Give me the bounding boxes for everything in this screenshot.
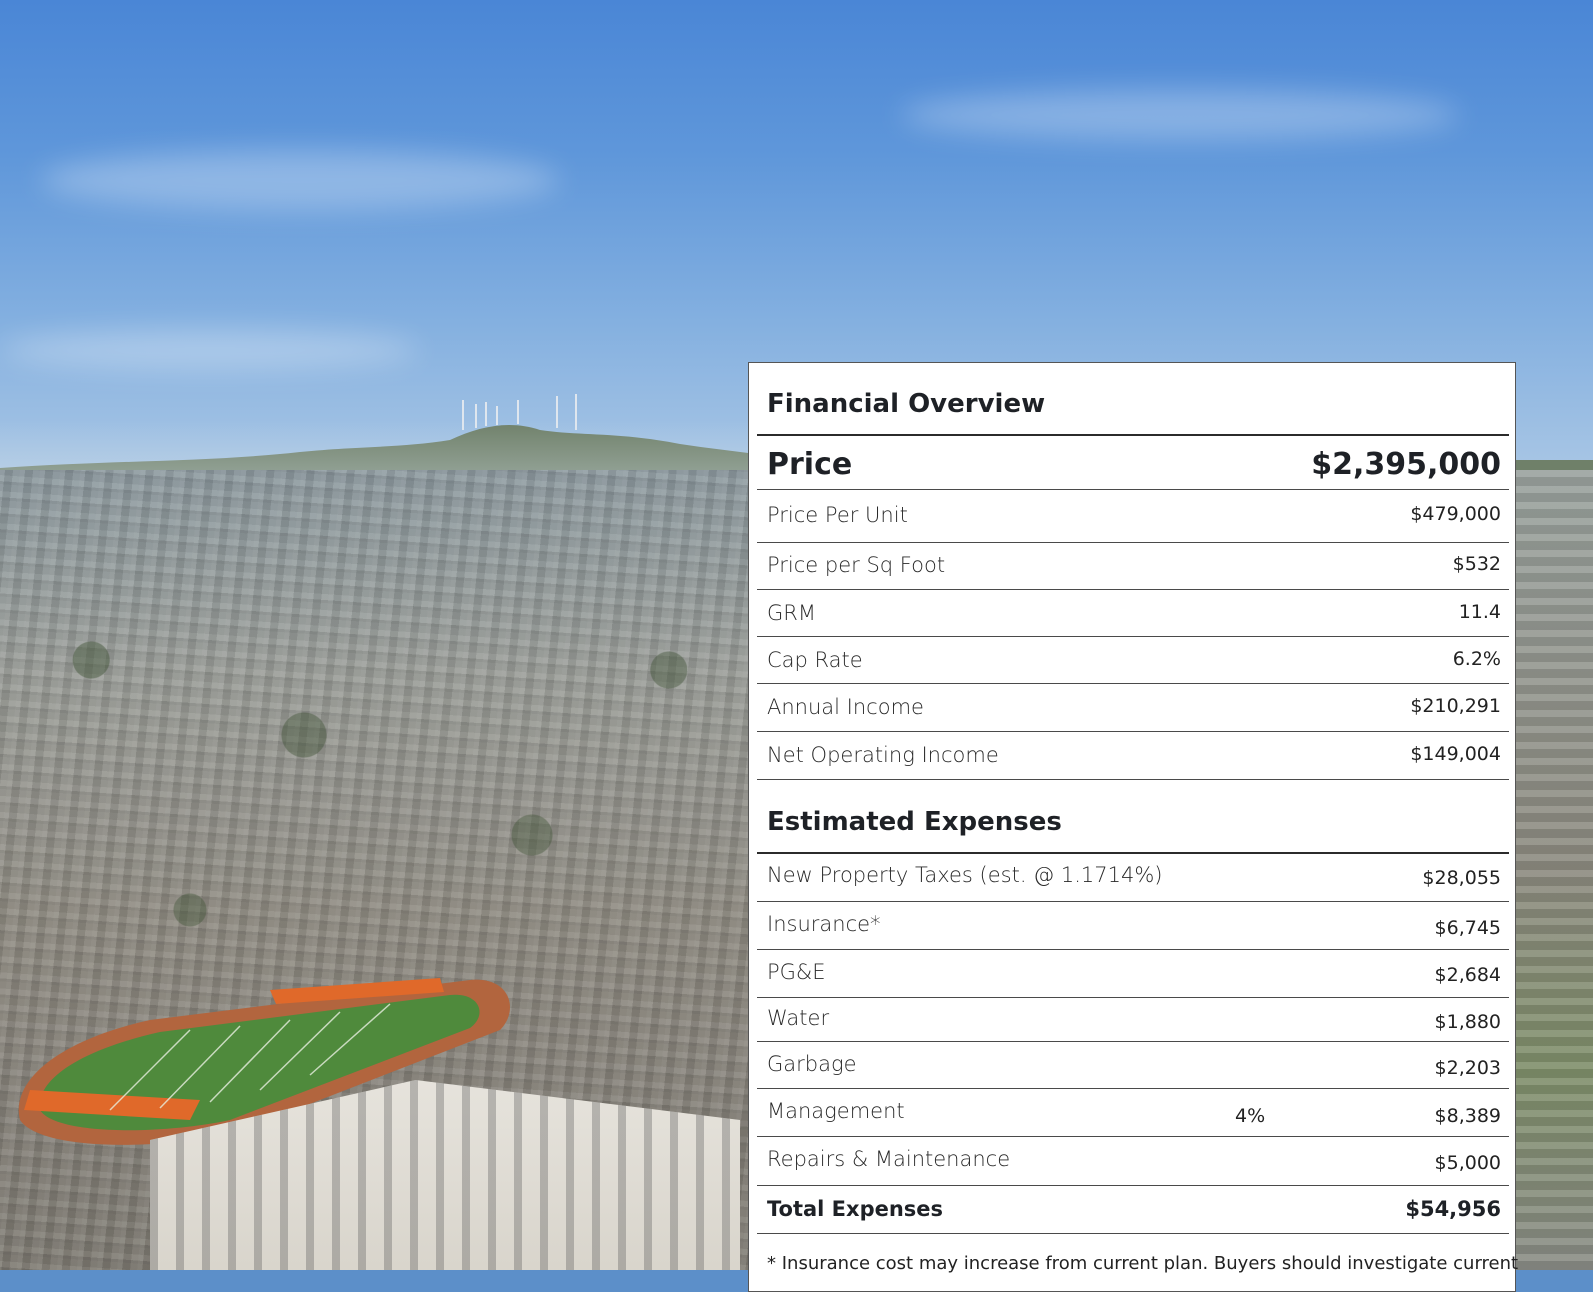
row-value-annual-income: $210,291 [1410, 695, 1501, 717]
divider [757, 779, 1509, 780]
row-value-property-taxes: $28,055 [1422, 867, 1501, 889]
row-label-management: Management [767, 1099, 905, 1123]
row-value-net-operating-income: $149,004 [1410, 743, 1501, 765]
row-value-repairs-maintenance: $5,000 [1434, 1152, 1501, 1174]
row-label-property-taxes: New Property Taxes (est. @ 1.1714%) [767, 863, 1163, 887]
row-label-grm: GRM [767, 601, 816, 625]
divider [757, 949, 1509, 950]
divider [757, 489, 1509, 490]
price-value: $2,395,000 [1311, 447, 1501, 482]
row-value-management: $8,389 [1434, 1105, 1501, 1127]
total-expenses-label: Total Expenses [767, 1197, 944, 1221]
divider [757, 901, 1509, 902]
row-label-net-operating-income: Net Operating Income [767, 743, 999, 767]
row-value-water: $1,880 [1434, 1011, 1501, 1033]
row-label-insurance: Insurance* [767, 912, 881, 936]
row-label-annual-income: Annual Income [767, 695, 924, 719]
row-value-grm: 11.4 [1458, 601, 1501, 623]
divider [757, 852, 1509, 854]
row-label-price-per-sq-foot: Price per Sq Foot [767, 553, 946, 577]
divider [757, 434, 1509, 436]
cloud [40, 150, 560, 210]
total-expenses-value: $54,956 [1405, 1197, 1501, 1221]
price-label: Price [767, 447, 853, 482]
row-label-repairs-maintenance: Repairs & Maintenance [767, 1147, 1011, 1171]
divider [757, 542, 1509, 543]
divider [757, 997, 1509, 998]
city-right-edge [1510, 470, 1593, 1270]
divider [757, 1041, 1509, 1042]
row-label-cap-rate: Cap Rate [767, 648, 863, 672]
row-value-pge: $2,684 [1434, 964, 1501, 986]
divider [757, 683, 1509, 684]
divider [757, 731, 1509, 732]
cloud [900, 90, 1460, 140]
row-value-price-per-sq-foot: $532 [1452, 553, 1501, 575]
financial-panel: Financial Overview Price $2,395,000 Pric… [748, 362, 1519, 1292]
row-label-price-per-unit: Price Per Unit [767, 503, 908, 527]
management-percent: 4% [1235, 1105, 1266, 1127]
cloud [0, 330, 420, 370]
divider [757, 1088, 1509, 1089]
row-value-insurance: $6,745 [1434, 917, 1501, 939]
divider [757, 589, 1509, 590]
row-label-water: Water [767, 1006, 830, 1030]
divider [757, 636, 1509, 637]
divider [757, 1185, 1509, 1186]
row-label-pge: PG&E [767, 960, 826, 984]
insurance-footnote: * Insurance cost may increase from curre… [767, 1253, 1519, 1274]
divider [757, 1136, 1509, 1137]
row-label-garbage: Garbage [767, 1052, 857, 1076]
divider [757, 1233, 1509, 1234]
row-value-price-per-unit: $479,000 [1410, 503, 1501, 525]
row-value-garbage: $2,203 [1434, 1057, 1501, 1079]
estimated-expenses-title: Estimated Expenses [767, 807, 1062, 837]
financial-overview-title: Financial Overview [767, 389, 1046, 419]
row-value-cap-rate: 6.2% [1452, 648, 1501, 670]
